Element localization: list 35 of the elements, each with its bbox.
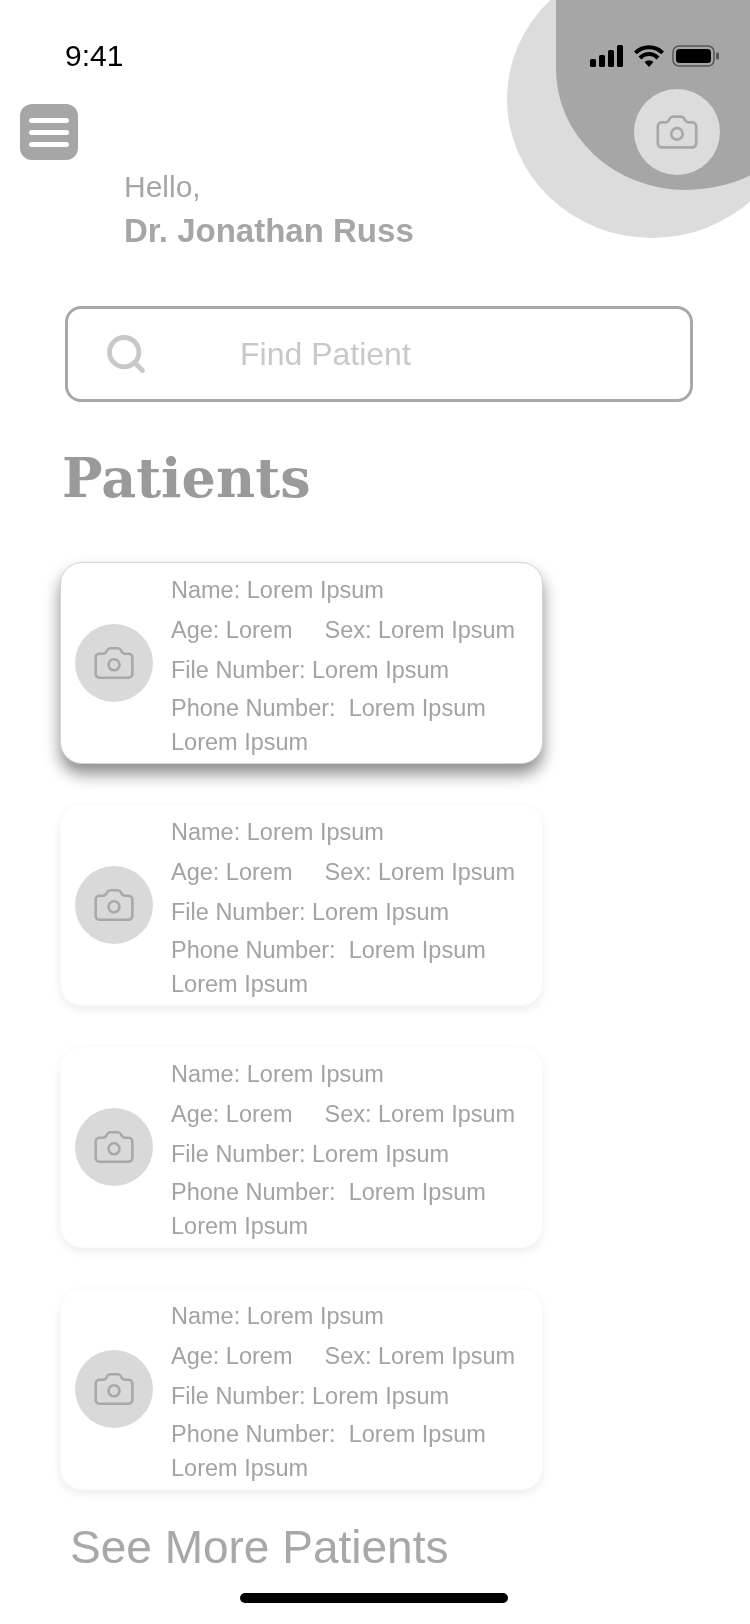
see-more-link[interactable]: See More Patients	[70, 1520, 449, 1574]
patient-sex: Sex: Lorem Ipsum	[324, 1101, 516, 1128]
patient-phone: Phone Number: Lorem Ipsum Lorem Ipsum	[171, 1178, 487, 1241]
patient-age: Age: Lorem	[171, 1343, 293, 1370]
patient-phone: Phone Number: Lorem Ipsum Lorem Ipsum	[171, 936, 487, 999]
patient-name: Name: Lorem Ipsum	[171, 1303, 385, 1330]
patient-file-number: File Number: Lorem Ipsum	[171, 1383, 451, 1410]
patient-name: Name: Lorem Ipsum	[171, 819, 385, 846]
section-heading: Patients	[62, 446, 312, 510]
patient-phone: Phone Number: Lorem Ipsum Lorem Ipsum	[171, 694, 487, 757]
patient-card[interactable]: Name: Lorem Ipsum Age: Lorem Sex: Lorem Ipsum File Number: Lorem Ipsum Phone Number: Lorem Ipsum Lorem Ipsum	[60, 1046, 543, 1248]
menu-button[interactable]	[20, 104, 78, 160]
patient-age: Age: Lorem	[171, 859, 293, 886]
signal-icon	[590, 45, 626, 67]
patient-name: Name: Lorem Ipsum	[171, 577, 385, 604]
search-icon	[104, 332, 148, 376]
doctor-name: Dr. Jonathan Russ	[124, 212, 415, 250]
patient-file-number: File Number: Lorem Ipsum	[171, 657, 451, 684]
patient-file-number: File Number: Lorem Ipsum	[171, 899, 451, 926]
battery-icon	[672, 45, 720, 67]
patient-age: Age: Lorem	[171, 1101, 293, 1128]
patient-card[interactable]: Name: Lorem Ipsum Age: Lorem Sex: Lorem Ipsum File Number: Lorem Ipsum Phone Number: Lorem Ipsum Lorem Ipsum	[60, 804, 543, 1006]
greeting-text: Hello,	[124, 170, 202, 204]
patient-phone: Phone Number: Lorem Ipsum Lorem Ipsum	[171, 1420, 487, 1483]
patient-sex: Sex: Lorem Ipsum	[324, 617, 516, 644]
patient-card[interactable]: Name: Lorem Ipsum Age: Lorem Sex: Lorem Ipsum File Number: Lorem Ipsum Phone Number: Lorem Ipsum Lorem Ipsum	[60, 1288, 543, 1490]
status-time: 9:41	[65, 39, 124, 73]
wifi-icon	[634, 45, 664, 67]
patient-sex: Sex: Lorem Ipsum	[324, 1343, 516, 1370]
patient-sex: Sex: Lorem Ipsum	[324, 859, 516, 886]
patient-name: Name: Lorem Ipsum	[171, 1061, 385, 1088]
patient-age: Age: Lorem	[171, 617, 293, 644]
patient-card[interactable]: Name: Lorem Ipsum Age: Lorem Sex: Lorem Ipsum File Number: Lorem Ipsum Phone Number: Lorem Ipsum Lorem Ipsum	[60, 562, 543, 764]
patient-file-number: File Number: Lorem Ipsum	[171, 1141, 451, 1168]
menu-icon	[29, 117, 69, 147]
